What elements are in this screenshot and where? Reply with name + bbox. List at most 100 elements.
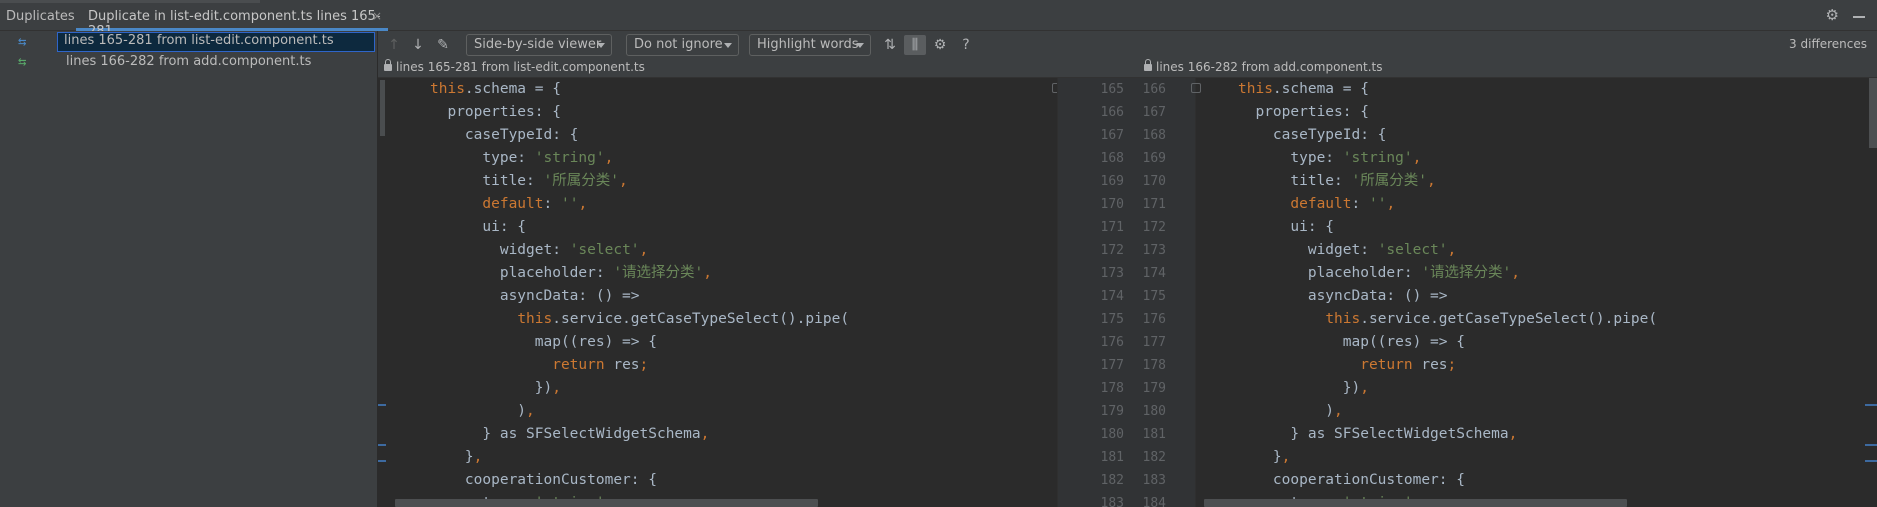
right-change-marker[interactable] <box>1865 404 1877 406</box>
right-line-number: 183 <box>1142 473 1166 488</box>
minimize-icon[interactable] <box>1853 16 1865 18</box>
fold-icon[interactable] <box>1191 83 1201 93</box>
left-line-number: 177 <box>1100 358 1124 373</box>
pane-headers: lines 165-281 from list-edit.component.t… <box>378 58 1877 78</box>
code-line: type: 'string', <box>430 150 614 166</box>
code-line: widget: 'select', <box>430 242 649 258</box>
right-line-number: 177 <box>1142 335 1166 350</box>
duplicate-list-item[interactable]: ⇆ lines 166-282 from add.component.ts <box>0 52 378 72</box>
code-line: ui: { <box>1238 219 1335 235</box>
right-line-number: 184 <box>1142 496 1166 507</box>
right-line-number: 168 <box>1142 128 1166 143</box>
code-line: default: '', <box>482 196 588 212</box>
code-line: title: '所属分类', <box>1238 173 1436 189</box>
code-line: } as SFSelectWidgetSchema, <box>1238 426 1518 442</box>
code-line: cooperationCustomer: { <box>1238 472 1465 488</box>
left-line-number: 172 <box>1100 243 1124 258</box>
left-line-number: 167 <box>1100 128 1124 143</box>
left-line-number: 181 <box>1100 450 1124 465</box>
tab-duplicate[interactable]: Duplicate in list-edit.component.ts line… <box>76 3 388 39</box>
right-line-number: 171 <box>1142 197 1166 212</box>
left-pane-header: lines 165-281 from list-edit.component.t… <box>384 59 645 74</box>
code-line: ui: { <box>430 219 527 235</box>
edit-source-icon[interactable]: ✎ <box>434 35 452 55</box>
right-change-marker[interactable] <box>1865 460 1877 462</box>
left-line-number: 170 <box>1100 197 1124 212</box>
code-line: asyncData: () => <box>430 288 640 304</box>
line-number-gutter: 165 166 166 167 167 168 168 169 169 170 170 171 171 1… <box>1057 78 1196 507</box>
right-line-number: 170 <box>1142 174 1166 189</box>
left-error-stripe <box>378 78 385 507</box>
code-line: default: '', <box>1290 196 1396 212</box>
right-line-number: 175 <box>1142 289 1166 304</box>
code-line: }, <box>1238 449 1291 465</box>
code-line: type: 'string', <box>1238 150 1422 166</box>
code-line: } as SFSelectWidgetSchema, <box>430 426 710 442</box>
code-line: ), <box>1238 403 1343 419</box>
right-line-number: 172 <box>1142 220 1166 235</box>
code-line: map((res) => { <box>430 334 657 350</box>
right-editor[interactable]: this.schema = { properties: { caseTypeId… <box>1197 78 1869 507</box>
right-pane-header-text: lines 166-282 from add.component.ts <box>1156 60 1383 74</box>
close-icon[interactable]: × <box>372 9 382 23</box>
duplicates-label: Duplicates: <box>6 9 80 24</box>
help-icon[interactable]: ? <box>958 35 974 55</box>
left-line-number: 175 <box>1100 312 1124 327</box>
code-line: return res; <box>1360 357 1457 373</box>
chevron-down-icon <box>856 43 864 48</box>
code-line: asyncData: () => <box>1238 288 1448 304</box>
left-line-number: 179 <box>1100 404 1124 419</box>
next-difference-icon[interactable]: ↓ <box>410 35 426 55</box>
right-line-number: 180 <box>1142 404 1166 419</box>
right-horizontal-scrollbar[interactable] <box>1204 499 1627 507</box>
duplicates-list: ⇆ lines 165-281 from list-edit.component.… <box>0 31 378 507</box>
left-horizontal-scrollbar[interactable] <box>395 499 818 507</box>
chevron-down-icon <box>597 43 605 48</box>
highlight-dropdown[interactable]: Highlight words <box>749 34 871 56</box>
code-line: ), <box>430 403 535 419</box>
left-line-number: 165 <box>1100 82 1124 97</box>
right-line-number: 178 <box>1142 358 1166 373</box>
left-editor[interactable]: this.schema = { properties: { caseTypeId… <box>386 78 1057 507</box>
right-line-number: 182 <box>1142 450 1166 465</box>
code-line: this.schema = { <box>1238 81 1369 97</box>
duplicate-icon: ⇆ <box>18 34 27 50</box>
code-line: return res; <box>552 357 649 373</box>
previous-difference-icon[interactable]: ↑ <box>386 35 402 55</box>
right-vertical-scrollbar[interactable] <box>1869 78 1877 148</box>
left-line-number: 182 <box>1100 473 1124 488</box>
code-line: cooperationCustomer: { <box>430 472 657 488</box>
left-line-number: 183 <box>1100 496 1124 507</box>
right-line-number: 174 <box>1142 266 1166 281</box>
right-pane-header: lines 166-282 from add.component.ts <box>1144 59 1383 74</box>
gear-icon[interactable]: ⚙ <box>1826 6 1839 24</box>
code-line: caseTypeId: { <box>1238 127 1387 143</box>
synchronize-scrolling-icon[interactable]: ⫼ <box>904 35 926 55</box>
code-line: this.schema = { <box>430 81 561 97</box>
duplicate-list-item[interactable]: ⇆ lines 165-281 from list-edit.component.… <box>0 32 378 52</box>
code-line: this.service.getCaseTypeSelect().pipe( <box>1325 311 1658 327</box>
ignore-dropdown[interactable]: Do not ignore <box>626 34 739 56</box>
left-scroll-thumb[interactable] <box>380 80 385 136</box>
collapse-unchanged-icon[interactable]: ⇅ <box>880 35 900 55</box>
left-line-number: 180 <box>1100 427 1124 442</box>
diff-toolbar: ↑ ↓ ✎ Side-by-side viewer Do not ignore … <box>378 31 1877 58</box>
duplicate-label: lines 165-281 from list-edit.component.t… <box>57 32 375 52</box>
right-line-number: 173 <box>1142 243 1166 258</box>
right-line-number: 166 <box>1142 82 1166 97</box>
left-pane-header-text: lines 165-281 from list-edit.component.t… <box>396 60 645 74</box>
right-line-number: 181 <box>1142 427 1166 442</box>
left-line-number: 168 <box>1100 151 1124 166</box>
right-change-marker[interactable] <box>1865 444 1877 446</box>
code-line: }), <box>430 380 561 396</box>
code-line: properties: { <box>1238 104 1369 120</box>
viewer-dropdown[interactable]: Side-by-side viewer <box>466 34 612 56</box>
settings-icon[interactable]: ⚙ <box>930 35 950 55</box>
lock-icon <box>384 59 392 71</box>
code-line: properties: { <box>430 104 561 120</box>
code-line: caseTypeId: { <box>430 127 579 143</box>
code-line: placeholder: '请选择分类', <box>430 265 713 281</box>
code-line: map((res) => { <box>1238 334 1465 350</box>
left-line-number: 166 <box>1100 105 1124 120</box>
left-line-number: 176 <box>1100 335 1124 350</box>
